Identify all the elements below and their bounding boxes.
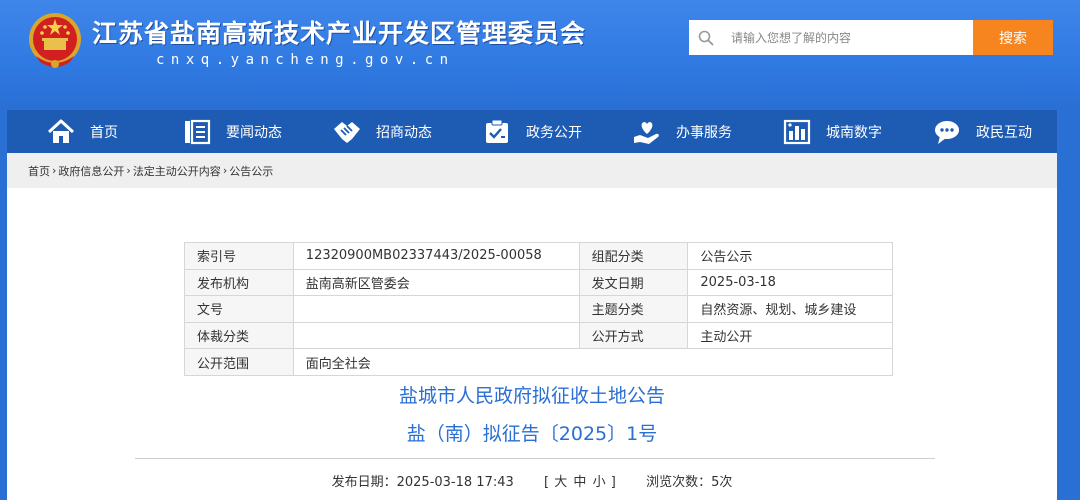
meta-value: 2025-03-18 (687, 268, 893, 297)
home-icon (47, 119, 75, 143)
font-size-small[interactable]: 小 (593, 475, 606, 490)
breadcrumb-separator: › (52, 164, 57, 177)
meta-value: 盐南高新区管委会 (292, 268, 580, 297)
meta-value: 12320900MB02337443/2025-00058 (292, 242, 580, 270)
meta-value (292, 295, 580, 323)
meta-value: 自然资源、规划、城乡建设 (687, 295, 893, 323)
nav-item-label: 政务公开 (526, 124, 582, 141)
view-count: 5次 (711, 475, 733, 490)
breadcrumb-home[interactable]: 首页 (28, 163, 50, 179)
view-count-label: 浏览次数： (646, 475, 712, 490)
nav-item-interaction[interactable]: 政民互动 (907, 110, 1057, 153)
nav-item-city-digital[interactable]: 城南数字 (757, 110, 907, 153)
document-number: 盐（南）拟征告〔2025〕1号 (406, 423, 658, 445)
table-row: 文号 主题分类 自然资源、规划、城乡建设 (184, 295, 893, 323)
font-size-control: [ 大 中 小 ] (544, 475, 620, 490)
search-input[interactable] (723, 20, 973, 55)
font-size-bracket: [ (544, 475, 550, 490)
chat-icon (935, 120, 959, 144)
breadcrumb-separator: › (222, 164, 228, 177)
breadcrumb-statutory[interactable]: 法定主动公开内容 (133, 163, 221, 179)
meta-label: 体裁分类 (184, 321, 294, 350)
table-row: 索引号 12320900MB02337443/2025-00058 组配分类 公… (184, 242, 893, 270)
document-title: 盐城市人民政府拟征收土地公告 (398, 385, 665, 407)
breadcrumb-notices[interactable]: 公告公示 (229, 163, 273, 179)
meta-value (292, 321, 580, 350)
meta-value: 主动公开 (687, 321, 893, 350)
breadcrumb: 首页 › 政府信息公开 › 法定主动公开内容 › 公告公示 (7, 153, 1057, 188)
main-nav: 首页 要闻动态 招商动态 政务公开 办事服务 城南数字 政民互动 (7, 110, 1057, 153)
site-title: 江苏省盐南高新技术产业开发区管理委员会 (92, 19, 587, 48)
nav-item-home[interactable]: 首页 (7, 110, 157, 153)
checklist-icon (486, 119, 508, 143)
table-row: 体裁分类 公开方式 主动公开 (184, 321, 893, 350)
nav-item-services[interactable]: 办事服务 (607, 110, 757, 153)
service-hand-icon (634, 121, 659, 144)
table-row: 公开范围 面向全社会 (184, 348, 894, 376)
publish-date: 2025-03-18 17:43 (396, 475, 514, 490)
nav-item-gov-affairs[interactable]: 政务公开 (457, 110, 607, 153)
meta-label: 组配分类 (578, 242, 689, 270)
nav-item-news[interactable]: 要闻动态 (157, 110, 307, 153)
font-size-large[interactable]: 大 (554, 475, 567, 490)
document-meta-table: 索引号 12320900MB02337443/2025-00058 组配分类 公… (184, 242, 894, 376)
meta-label: 发布机构 (184, 268, 294, 297)
nav-item-investment[interactable]: 招商动态 (307, 110, 457, 153)
font-size-medium[interactable]: 中 (573, 475, 586, 490)
meta-label: 发文日期 (578, 268, 689, 297)
nav-item-label: 政民互动 (976, 124, 1032, 141)
content-area: 首页 › 政府信息公开 › 法定主动公开内容 › 公告公示 索引号 123209… (7, 153, 1057, 500)
breadcrumb-gov-info[interactable]: 政府信息公开 (58, 163, 124, 179)
nav-item-label: 办事服务 (676, 124, 732, 141)
city-data-icon (783, 119, 811, 144)
meta-value: 面向全社会 (292, 348, 894, 376)
search-icon (689, 20, 723, 55)
site-domain: cnxq.yancheng.gov.cn (156, 52, 455, 68)
divider (135, 458, 935, 459)
nav-item-label: 首页 (90, 124, 118, 141)
meta-label: 主题分类 (578, 295, 689, 323)
meta-label: 公开范围 (184, 348, 294, 376)
nav-item-label: 要闻动态 (226, 124, 282, 141)
search-box: 搜索 (689, 20, 1053, 55)
nav-item-label: 招商动态 (376, 124, 432, 141)
breadcrumb-separator: › (126, 164, 131, 177)
news-icon (185, 119, 211, 144)
site-header: 江苏省盐南高新技术产业开发区管理委员会 cnxq.yancheng.gov.cn… (0, 0, 1080, 110)
meta-value: 公告公示 (687, 242, 893, 270)
font-size-bracket: ] (610, 475, 616, 490)
national-emblem-icon[interactable] (24, 10, 86, 72)
table-row: 发布机构 盐南高新区管委会 发文日期 2025-03-18 (184, 268, 893, 297)
publish-info: 发布日期：2025-03-18 17:43 [ 大 中 小 ] 浏览次数：5次 (7, 471, 1057, 490)
nav-item-label: 城南数字 (826, 124, 882, 141)
handshake-icon (334, 121, 360, 143)
publish-date-label: 发布日期： (331, 475, 397, 490)
meta-label: 索引号 (184, 242, 294, 270)
meta-label: 公开方式 (578, 321, 689, 350)
search-button[interactable]: 搜索 (973, 20, 1053, 55)
meta-label: 文号 (184, 295, 294, 323)
